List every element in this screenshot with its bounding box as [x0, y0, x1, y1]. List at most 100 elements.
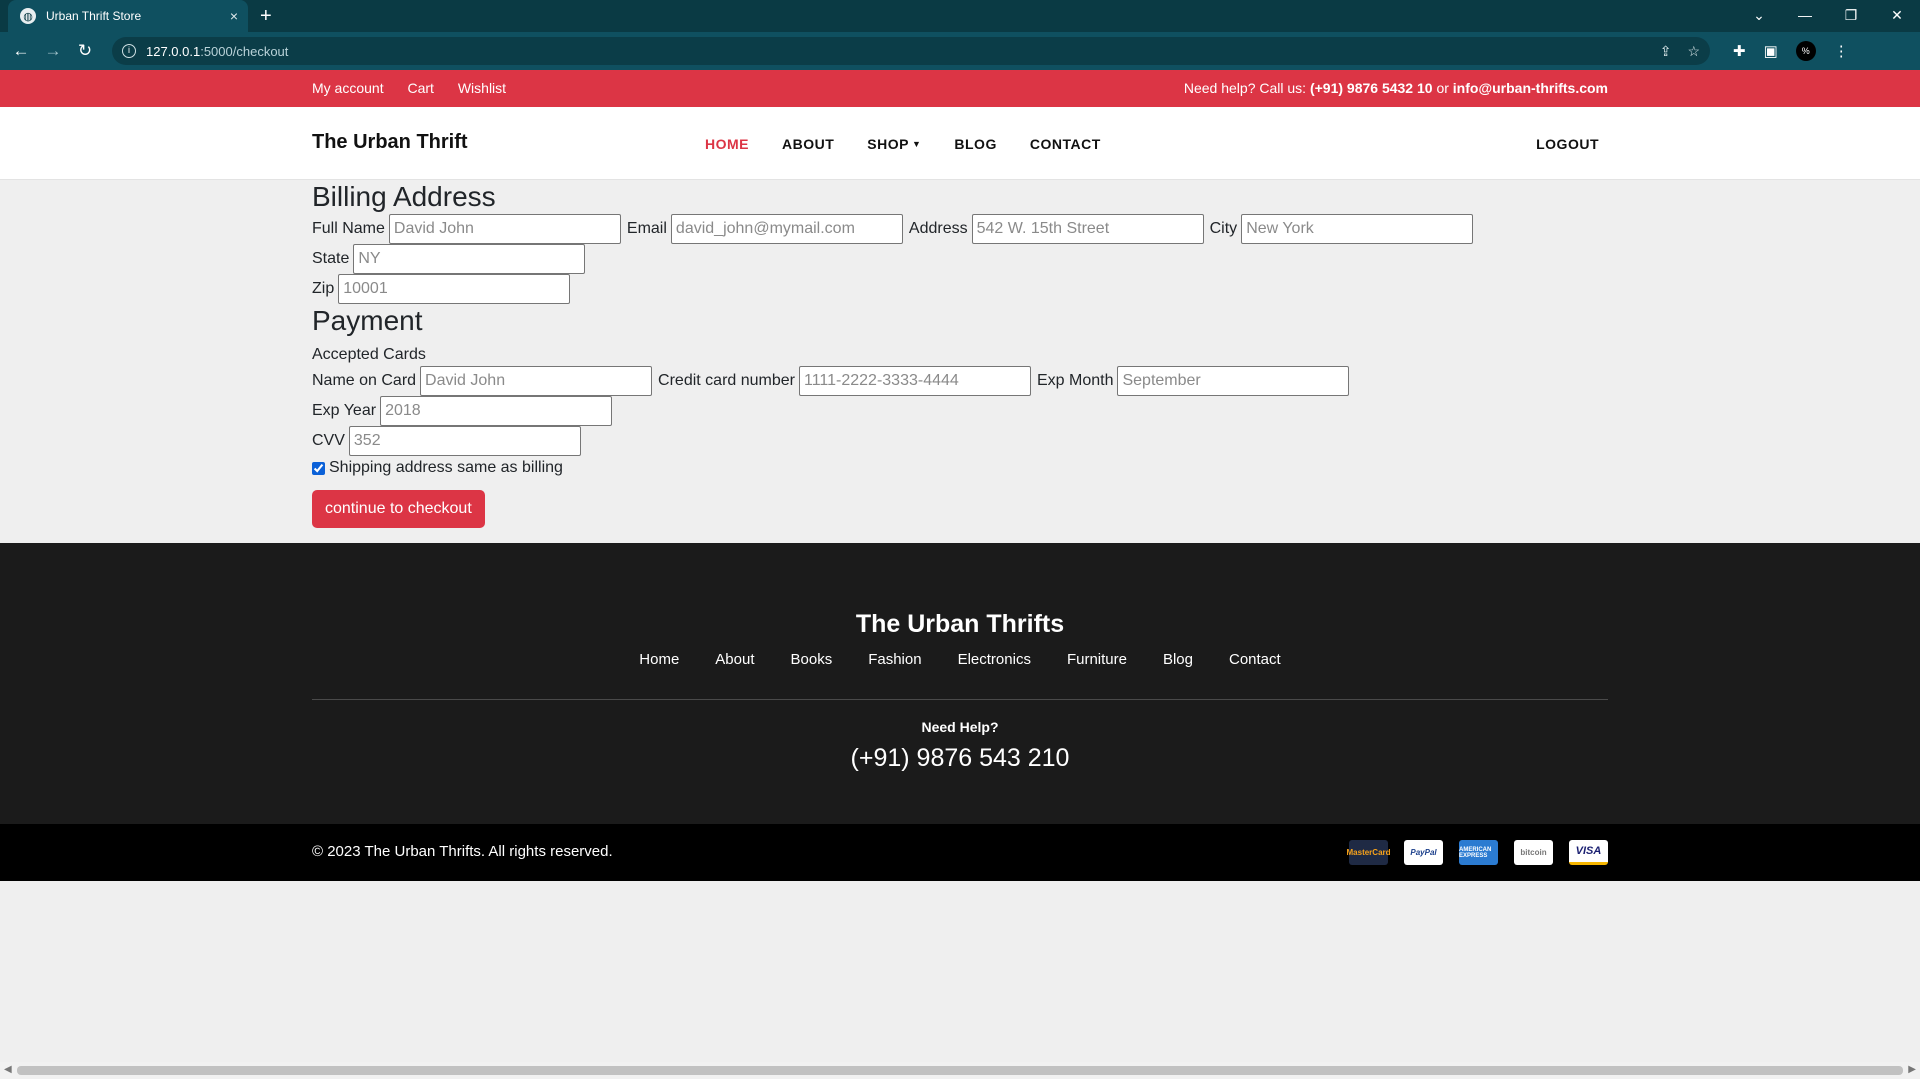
accepted-cards-label: Accepted Cards — [312, 346, 426, 363]
bitcoin-icon: bitcoin — [1514, 840, 1553, 865]
checkout-section: Billing Address Full Name Email Address … — [0, 180, 1920, 543]
exp-year-label: Exp Year — [312, 402, 377, 419]
cvv-label: CVV — [312, 432, 345, 449]
help-or: or — [1432, 80, 1453, 96]
tab-search-icon[interactable]: ⌄ — [1736, 0, 1782, 32]
bookmark-star-icon[interactable]: ☆ — [1687, 43, 1700, 60]
nav-shop-label: SHOP — [867, 136, 909, 152]
mastercard-icon: MasterCard — [1347, 840, 1391, 865]
account-links: My account Cart Wishlist — [312, 70, 526, 107]
nav-home[interactable]: HOME — [705, 136, 749, 152]
footer-link-furniture[interactable]: Furniture — [1067, 651, 1127, 668]
footer-links: Home About Books Fashion Electronics Fur… — [312, 651, 1608, 668]
footer-help-title: Need Help? — [921, 719, 999, 735]
browser-tab-strip: ◍ Urban Thrift Store × + ⌄ — ❐ ✕ — [0, 0, 1920, 32]
help-email[interactable]: info@urban-thrifts.com — [1453, 80, 1608, 96]
help-prefix: Need help? Call us: — [1183, 80, 1310, 96]
footer-phone: (+91) 9876 543 210 — [850, 744, 1070, 772]
site-info-icon[interactable]: i — [122, 44, 136, 58]
window-controls: ⌄ — ❐ ✕ — [1736, 0, 1920, 32]
help-contact: Need help? Call us: (+91) 9876 5432 10 o… — [1184, 70, 1608, 107]
copyright-text: © 2023 The Urban Thrifts. All rights res… — [312, 843, 613, 860]
card-number-input[interactable] — [799, 366, 1031, 396]
share-icon[interactable]: ⇪ — [1660, 43, 1672, 60]
site-brand[interactable]: The Urban Thrift — [312, 131, 468, 154]
same-address-checkbox[interactable] — [312, 461, 325, 475]
city-input[interactable] — [1241, 214, 1474, 244]
side-panel-icon[interactable]: ▣ — [1764, 42, 1778, 60]
email-label: Email — [626, 220, 667, 237]
name-on-card-input[interactable] — [420, 366, 653, 396]
scroll-left-icon[interactable]: ◀ — [4, 1064, 12, 1075]
payment-icons: MasterCard PayPal AMERICAN EXPRESS bitco… — [1333, 840, 1608, 865]
exp-year-input[interactable] — [380, 396, 613, 426]
exp-month-label: Exp Month — [1037, 372, 1114, 389]
nav-shop[interactable]: SHOP ▼ — [867, 136, 921, 152]
nav-contact[interactable]: CONTACT — [1030, 136, 1101, 152]
browser-tab[interactable]: ◍ Urban Thrift Store × — [8, 0, 248, 32]
address-label: Address — [908, 220, 968, 237]
footer-link-fashion[interactable]: Fashion — [868, 651, 921, 668]
card-number-label: Credit card number — [658, 372, 795, 389]
url-host: 127.0.0.1 — [146, 43, 201, 59]
wishlist-link[interactable]: Wishlist — [458, 80, 506, 96]
main-menu: HOME ABOUT SHOP ▼ BLOG CONTACT — [705, 136, 1134, 152]
continue-to-checkout-button[interactable]: continue to checkout — [312, 490, 485, 528]
billing-row-1: Full Name Email Address City — [312, 214, 1479, 244]
footer-link-home[interactable]: Home — [639, 651, 679, 668]
back-icon[interactable]: ← — [8, 41, 34, 61]
scroll-right-icon[interactable]: ▶ — [1908, 1064, 1916, 1075]
tab-title: Urban Thrift Store — [46, 9, 142, 23]
extensions-puzzle-icon[interactable]: ✚ — [1733, 42, 1746, 60]
billing-row-zip: Zip — [312, 274, 1479, 304]
cvv-input[interactable] — [348, 426, 581, 456]
site-footer: The Urban Thrifts Home About Books Fashi… — [0, 543, 1920, 824]
footer-link-electronics[interactable]: Electronics — [958, 651, 1031, 668]
nav-about[interactable]: ABOUT — [782, 136, 834, 152]
exp-month-input[interactable] — [1117, 366, 1350, 396]
extension-area: ✚ ▣ % ⋮ — [1724, 41, 1858, 61]
nav-blog[interactable]: BLOG — [954, 136, 996, 152]
horizontal-scrollbar[interactable]: ◀ ▶ — [0, 1062, 1920, 1079]
email-input[interactable] — [670, 214, 903, 244]
state-label: State — [312, 250, 350, 267]
profile-avatar[interactable]: % — [1795, 41, 1816, 61]
logout-link[interactable]: LOGOUT — [1536, 136, 1599, 152]
close-window-button[interactable]: ✕ — [1874, 0, 1920, 32]
footer-link-contact[interactable]: Contact — [1229, 651, 1281, 668]
my-account-link[interactable]: My account — [312, 80, 384, 96]
minimize-button[interactable]: — — [1782, 0, 1828, 32]
browser-menu-icon[interactable]: ⋮ — [1834, 42, 1849, 60]
url-bar[interactable]: i 127.0.0.1 :5000/checkout ⇪ ☆ — [112, 37, 1710, 65]
footer-link-about[interactable]: About — [715, 651, 754, 668]
name-on-card-label: Name on Card — [312, 372, 417, 389]
same-address-label[interactable]: Shipping address same as billing — [329, 459, 563, 477]
footer-brand: The Urban Thrifts — [855, 610, 1065, 638]
reload-icon[interactable]: ↻ — [72, 41, 98, 61]
caret-down-icon: ▼ — [911, 139, 922, 149]
main-navbar: The Urban Thrift HOME ABOUT SHOP ▼ BLOG C… — [0, 107, 1920, 180]
address-input[interactable] — [971, 214, 1204, 244]
billing-row-state: State — [312, 244, 1479, 274]
footer-link-books[interactable]: Books — [791, 651, 833, 668]
footer-link-blog[interactable]: Blog — [1163, 651, 1193, 668]
tab-close-icon[interactable]: × — [230, 8, 238, 24]
amex-icon: AMERICAN EXPRESS — [1459, 840, 1498, 865]
billing-heading: Billing Address — [312, 181, 496, 212]
state-input[interactable] — [353, 244, 586, 274]
zip-input[interactable] — [338, 274, 571, 304]
forward-icon[interactable]: → — [40, 41, 66, 61]
address-toolbar: ← → ↻ i 127.0.0.1 :5000/checkout ⇪ ☆ ✚ ▣… — [0, 32, 1920, 70]
zip-label: Zip — [312, 280, 335, 297]
full-name-input[interactable] — [388, 214, 621, 244]
footer-bottom-bar: © 2023 The Urban Thrifts. All rights res… — [0, 824, 1920, 881]
city-label: City — [1209, 220, 1238, 237]
footer-divider — [312, 699, 1608, 700]
scrollbar-thumb[interactable] — [17, 1066, 1903, 1075]
restore-button[interactable]: ❐ — [1828, 0, 1874, 32]
visa-icon: VISA — [1569, 840, 1608, 865]
cart-link[interactable]: Cart — [407, 80, 433, 96]
new-tab-button[interactable]: + — [260, 4, 272, 28]
top-info-bar: My account Cart Wishlist Need help? Call… — [0, 70, 1920, 107]
full-name-label: Full Name — [312, 220, 385, 237]
